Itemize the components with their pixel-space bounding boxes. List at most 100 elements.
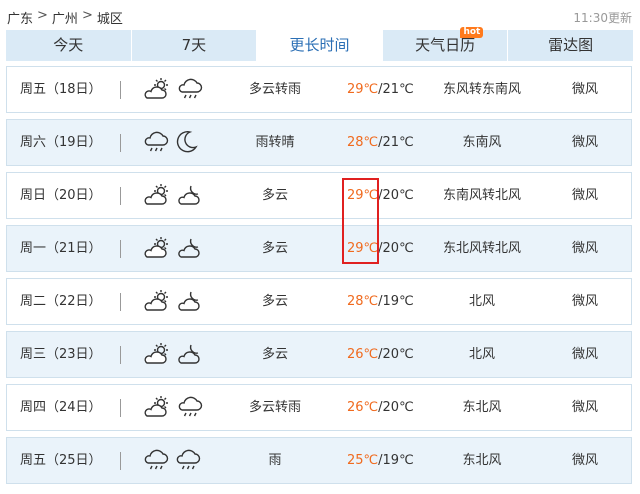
weather-icons	[143, 447, 201, 473]
high-temp: 29℃	[347, 82, 379, 97]
temperature: 29℃/20℃	[347, 226, 414, 271]
weather-icons	[143, 76, 203, 102]
low-temp: /19℃	[378, 294, 414, 309]
low-temp: /20℃	[378, 347, 414, 362]
weather-icons	[143, 341, 203, 367]
tab-today[interactable]: 今天	[6, 30, 132, 61]
breadcrumb-district[interactable]: 城区	[97, 8, 123, 27]
tab-calendar[interactable]: 天气日历 hot	[382, 27, 509, 61]
partly-cloudy-icon	[143, 182, 171, 208]
temperature: 26℃/20℃	[347, 385, 414, 430]
weather-icons	[143, 235, 203, 261]
breadcrumb-city[interactable]: 广州	[52, 8, 78, 27]
divider	[120, 452, 121, 470]
divider	[120, 346, 121, 364]
condition-text: 多云	[261, 294, 288, 309]
wind-direction: 北风	[468, 294, 495, 309]
forecast-row: 周日（20日） 多云 29℃/20℃ 东南风转北风 微风	[6, 172, 632, 219]
condition-text: 多云	[261, 347, 288, 362]
temperature: 28℃/19℃	[347, 279, 414, 324]
wind-level: 微风	[571, 241, 598, 256]
high-temp: 26℃	[347, 400, 379, 415]
divider	[120, 134, 121, 152]
day-label: 周五（25日）	[20, 453, 102, 468]
tab-7days[interactable]: 7天	[131, 30, 258, 61]
update-time: 11:30更新	[573, 11, 632, 25]
wind-level: 微风	[571, 400, 598, 415]
tab-longer[interactable]: 更长时间	[257, 30, 383, 61]
divider	[120, 399, 121, 417]
wind-level: 微风	[571, 135, 598, 150]
temperature: 25℃/19℃	[347, 438, 414, 483]
day-label: 周六（19日）	[20, 135, 102, 150]
high-temp: 28℃	[347, 294, 379, 309]
low-temp: /20℃	[378, 400, 414, 415]
partly-cloudy-icon	[143, 394, 171, 420]
cloudy-night-icon	[177, 288, 203, 314]
tab-label: 更长时间	[289, 36, 350, 54]
condition-text: 多云转雨	[248, 400, 301, 415]
day-label: 周五（18日）	[20, 82, 102, 97]
low-temp: /21℃	[378, 82, 414, 97]
day-label: 周四（24日）	[20, 400, 102, 415]
rain-icon	[177, 76, 203, 102]
wind-direction: 东北风	[462, 453, 502, 468]
weather-icons	[143, 129, 199, 155]
partly-cloudy-icon	[143, 341, 171, 367]
wind-level: 微风	[571, 82, 598, 97]
breadcrumb-separator: >	[37, 8, 48, 23]
cloudy-night-icon	[177, 235, 203, 261]
breadcrumb-province[interactable]: 广东	[7, 8, 33, 27]
temperature: 29℃/21℃	[347, 67, 414, 112]
forecast-list: 周五（18日） 多云转雨 29℃/21℃ 东风转东南风 微风 周六（19日） 雨转晴 28℃/…	[6, 66, 632, 490]
wind-level: 微风	[571, 294, 598, 309]
wind-direction: 东北风转北风	[442, 241, 521, 256]
hot-badge: hot	[460, 27, 484, 38]
wind-direction: 东南风	[462, 135, 502, 150]
temperature: 28℃/21℃	[347, 120, 414, 165]
wind-direction: 东南风转北风	[442, 188, 521, 203]
forecast-row: 周三（23日） 多云 26℃/20℃ 北风 微风	[6, 331, 632, 378]
partly-cloudy-icon	[143, 288, 171, 314]
partly-cloudy-icon	[143, 76, 171, 102]
day-label: 周三（23日）	[20, 347, 102, 362]
divider	[120, 81, 121, 99]
high-temp: 28℃	[347, 135, 379, 150]
weather-icons	[143, 394, 203, 420]
cloudy-night-icon	[177, 341, 203, 367]
tab-label: 今天	[53, 36, 84, 54]
rain-icon	[143, 447, 169, 473]
moon-icon	[175, 129, 199, 155]
high-temp: 29℃	[347, 241, 379, 256]
partly-cloudy-icon	[143, 235, 171, 261]
wind-direction: 东风转东南风	[442, 82, 521, 97]
condition-text: 多云	[261, 188, 288, 203]
wind-level: 微风	[571, 453, 598, 468]
forecast-row: 周五（25日） 雨 25℃/19℃ 东北风 微风	[6, 437, 632, 484]
low-temp: /20℃	[378, 241, 414, 256]
breadcrumb-separator: >	[81, 8, 93, 23]
rain-icon	[177, 394, 203, 420]
temperature: 29℃/20℃	[347, 173, 414, 218]
cloudy-night-icon	[177, 182, 203, 208]
tab-label: 雷达图	[548, 36, 594, 54]
top-bar: 广东 > 广州 > 城区 11:30更新	[0, 0, 640, 28]
day-label: 周二（22日）	[20, 294, 102, 309]
forecast-row: 周一（21日） 多云 29℃/20℃ 东北风转北风 微风	[6, 225, 632, 272]
high-temp: 25℃	[347, 453, 379, 468]
condition-text: 雨转晴	[255, 135, 295, 150]
low-temp: /21℃	[378, 135, 414, 150]
rain-icon	[175, 447, 201, 473]
day-label: 周日（20日）	[20, 188, 102, 203]
tab-radar[interactable]: 雷达图	[508, 30, 634, 61]
forecast-row: 周五（18日） 多云转雨 29℃/21℃ 东风转东南风 微风	[6, 66, 632, 113]
divider	[120, 293, 121, 311]
weather-icons	[143, 182, 203, 208]
condition-text: 多云	[261, 241, 288, 256]
wind-level: 微风	[571, 188, 598, 203]
temperature: 26℃/20℃	[347, 332, 414, 377]
condition-text: 雨	[268, 453, 282, 468]
divider	[120, 240, 121, 258]
low-temp: /20℃	[378, 188, 414, 203]
wind-direction: 北风	[468, 347, 495, 362]
